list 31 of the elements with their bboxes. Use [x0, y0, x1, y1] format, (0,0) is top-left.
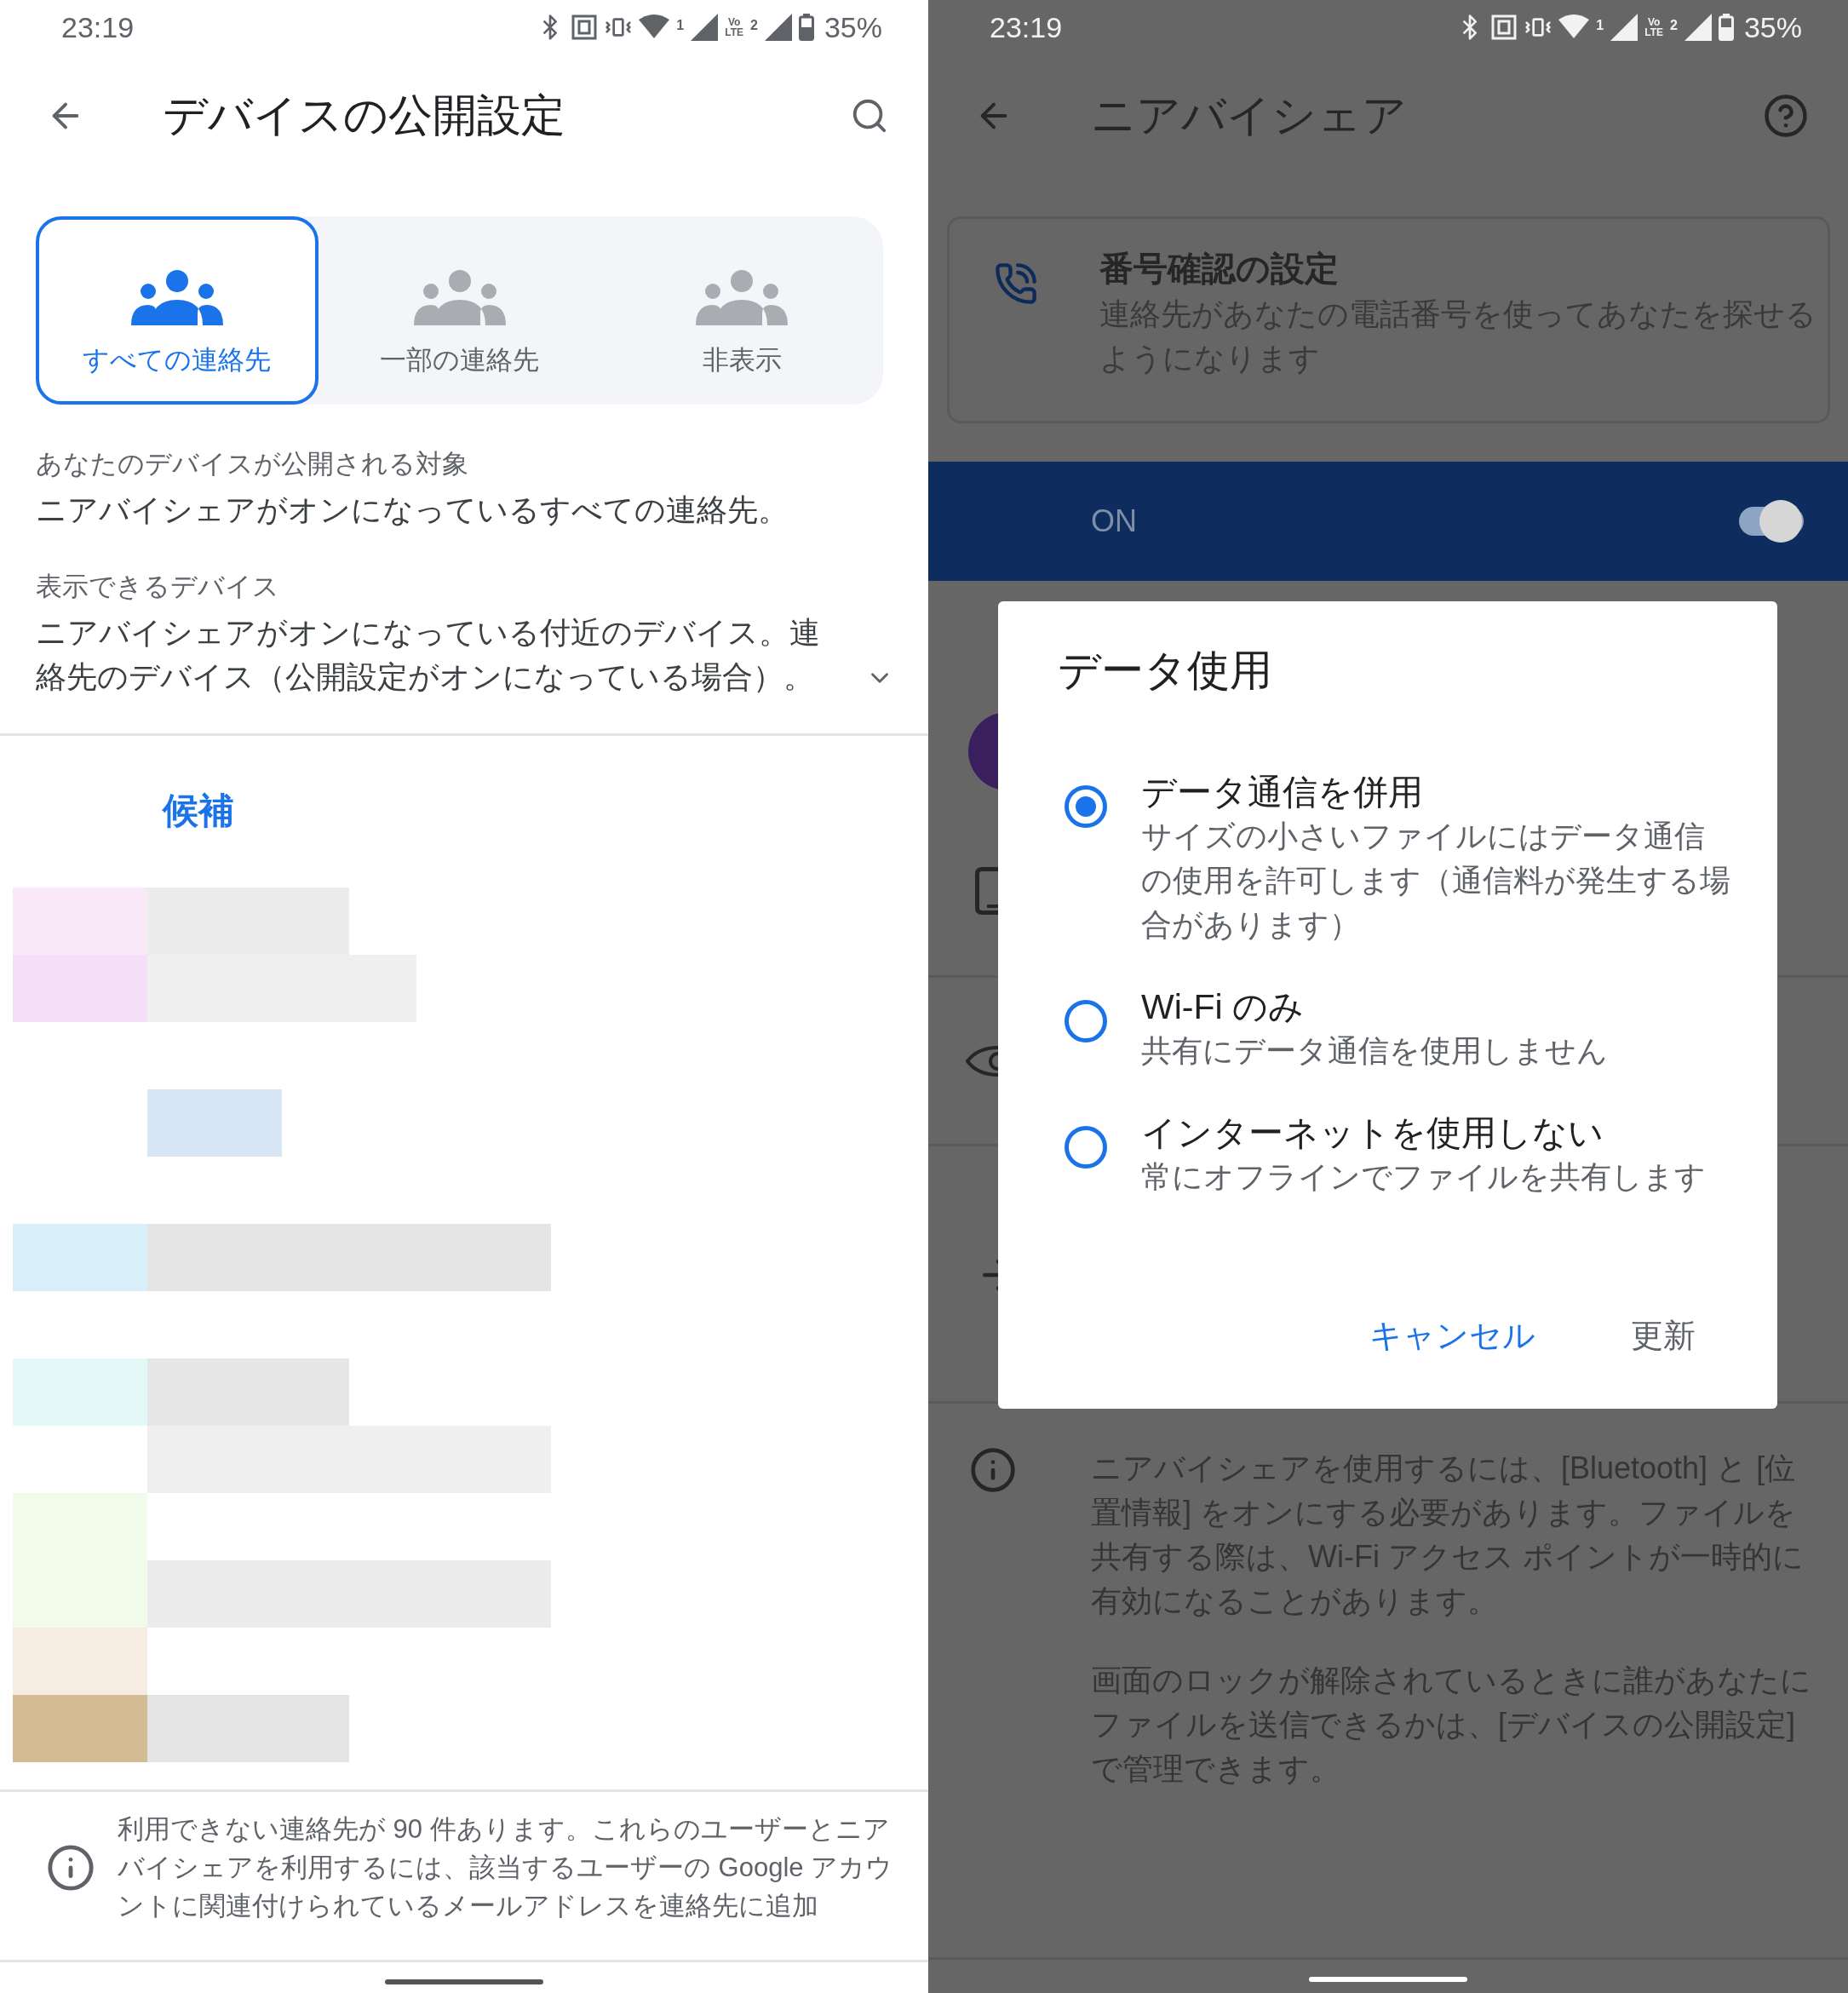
- section-label: あなたのデバイスが公開される対象: [36, 448, 469, 480]
- clock: 23:19: [990, 10, 1064, 44]
- sim-number: 2: [750, 17, 758, 33]
- screen-title: ニアバイシェア: [1091, 89, 1408, 141]
- option-description: 常にオフラインでファイルを共有します: [1141, 1158, 1706, 1196]
- visibility-option[interactable]: すべての連絡先: [36, 216, 319, 405]
- option-title: データ通信を併用: [1141, 772, 1424, 813]
- visibility-option[interactable]: 一部の連絡先: [318, 216, 601, 405]
- suggestions-heading: 候補: [163, 790, 234, 832]
- visibility-option[interactable]: 非表示: [600, 216, 883, 405]
- card-title: 番号確認の設定: [1099, 249, 1340, 289]
- section-value: ニアバイシェアがオンになっているすべての連絡先。: [36, 491, 789, 529]
- option-description: 共有にデータ通信を使用しません: [1141, 1032, 1608, 1070]
- volte-label: Vo LTE: [1644, 17, 1664, 37]
- info-text: 利用できない連絡先が 90 件あります。これらのユーザーとニアバイシェアを利用するには、該当するユーザーの Google アカウントに関連付けられているメールアドレスを連絡先に追加: [118, 1813, 894, 1922]
- dialog-title: データ使用: [1058, 646, 1273, 696]
- option-title: インターネットを使用しない: [1141, 1112, 1604, 1154]
- option-title: Wi-Fi のみ: [1141, 986, 1305, 1028]
- screen-title: デバイスの公開設定: [163, 89, 566, 141]
- dialog-button[interactable]: キャンセル: [1356, 1306, 1549, 1366]
- clock: 23:19: [61, 10, 135, 44]
- switch-label: ON: [1091, 503, 1138, 539]
- battery-percent: 35%: [1743, 10, 1802, 44]
- sim-number: 1: [676, 17, 685, 33]
- battery-percent: 35%: [824, 10, 882, 44]
- sim-number: 2: [1670, 17, 1678, 33]
- section-label: 表示できるデバイス: [36, 571, 280, 603]
- section-value: ニアバイシェアがオンになっている付近のデバイス。連絡先のデバイス（公開設定がオンになっている場合）。: [36, 614, 821, 696]
- sim-number: 1: [1596, 17, 1604, 33]
- volte-label: Vo LTE: [725, 17, 744, 37]
- option-description: サイズの小さいファイルにはデータ通信の使用を許可します（通信料が発生する場合があります）: [1141, 818, 1731, 944]
